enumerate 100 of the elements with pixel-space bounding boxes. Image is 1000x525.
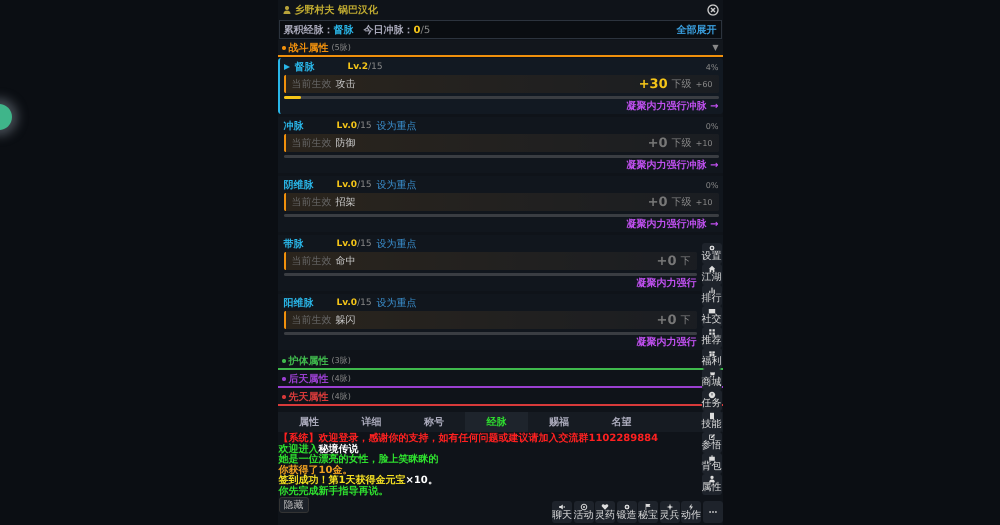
- side-menu-button[interactable]: 福利: [702, 348, 722, 368]
- set-focus-link[interactable]: 设为重点: [376, 237, 417, 251]
- tab[interactable]: 名望: [590, 412, 652, 432]
- meridian-card[interactable]: 督脉 Lv.2/15 4% 当前生效 攻击 +30 下级 +60 凝聚内力强行冲脉 →: [278, 58, 722, 114]
- set-focus-link[interactable]: 设为重点: [376, 178, 417, 192]
- next-level-label: 下: [680, 314, 690, 327]
- bonus-value: +0: [656, 312, 676, 328]
- tab[interactable]: 称号: [402, 412, 465, 432]
- progress-percent: 0%: [706, 180, 718, 190]
- meridian-level: Lv.0/15: [336, 121, 372, 131]
- section-title: 护体属性: [288, 354, 328, 368]
- meridian-level: Lv.0/15: [336, 180, 372, 190]
- meridian-name: 阴维脉: [284, 178, 314, 192]
- section-count: (3脉): [332, 355, 351, 366]
- side-menu-button[interactable]: 属性: [702, 474, 722, 494]
- side-menu-button[interactable]: 排行: [702, 285, 722, 306]
- side-menu-button[interactable]: 社交: [702, 306, 722, 326]
- tab[interactable]: 经脉: [465, 412, 528, 432]
- breakthrough-link[interactable]: 凝聚内力强行冲脉 →: [626, 158, 718, 172]
- bag-icon: [708, 454, 716, 462]
- chat-message: 你先完成新手指导再说。: [278, 486, 388, 497]
- close-icon[interactable]: [706, 4, 718, 16]
- chat-message: 她是一位漂亮的女性，脸上笑眯眯的: [278, 455, 438, 465]
- chat-message: 欢迎进入秘境传说: [278, 444, 358, 454]
- star-icon: [666, 503, 674, 511]
- caret-icon: ▼: [712, 43, 718, 52]
- next-level-label: 下: [680, 255, 690, 268]
- section-count: (4脉): [332, 373, 351, 384]
- meridian-card[interactable]: 冲脉 Lv.0/15 设为重点 0% 当前生效 防御 +0 下级 +10 凝聚内力强行冲脉 →: [278, 117, 722, 173]
- set-focus-link[interactable]: 设为重点: [376, 296, 417, 310]
- toolbar-button[interactable]: 聊天: [552, 501, 572, 523]
- meridian-name: 带脉: [284, 237, 304, 251]
- effect-name: 躲闪: [336, 314, 356, 327]
- daily-breakthrough: 今日冲脉：0/5: [364, 23, 430, 36]
- mail-icon: [708, 307, 716, 316]
- section-title: 战斗属性: [288, 42, 328, 54]
- effect-label: 当前生效: [292, 136, 332, 150]
- breakthrough-link[interactable]: 凝聚内力强行冲脉 →: [626, 99, 718, 113]
- breakthrough-link[interactable]: 凝聚内力强行: [636, 276, 696, 290]
- effect-label: 当前生效: [292, 78, 332, 91]
- section-count: (4脉): [332, 391, 351, 402]
- side-menu-button[interactable]: 参悟: [702, 432, 722, 452]
- speaker-icon: [558, 503, 566, 511]
- toolbar-button[interactable]: 动作: [681, 501, 701, 523]
- toolbar-button[interactable]: 灵药: [595, 501, 615, 523]
- next-level-label: 下级: [672, 78, 692, 91]
- chat-message: 【系统】欢迎登录，感谢你的支持，如有任何问题或建议请加入交流群1102289884: [278, 434, 658, 444]
- bonus-value: +0: [648, 194, 668, 210]
- next-level-label: 下级: [672, 196, 692, 209]
- section-header[interactable]: 战斗属性 (5脉) ▼: [278, 40, 722, 57]
- side-menu-button[interactable]: 技能: [702, 411, 722, 432]
- side-menu-button[interactable]: 设置: [702, 243, 722, 264]
- alert-icon: [708, 391, 716, 400]
- bonus-value: +30: [638, 76, 668, 92]
- accumulated-meridian: 累积经脉：督脉: [284, 23, 354, 36]
- next-level-value: +10: [696, 138, 712, 148]
- meridian-level: Lv.0/15: [336, 298, 372, 308]
- meridian-level: Lv.0/15: [336, 239, 372, 249]
- breakthrough-link[interactable]: 凝聚内力强行冲脉 →: [626, 217, 718, 231]
- heart-icon: [601, 503, 609, 511]
- next-level-value: +10: [696, 198, 712, 206]
- toolbar-button[interactable]: 秘宝: [638, 501, 658, 523]
- breakthrough-link[interactable]: 凝聚内力强行: [636, 335, 696, 349]
- progress-percent: 4%: [706, 62, 718, 72]
- meridian-name: 督脉: [294, 60, 316, 74]
- chat-toggle-button[interactable]: 隐藏: [278, 497, 308, 513]
- edit-icon: [708, 433, 716, 442]
- effect-name: 攻击: [336, 78, 356, 91]
- tab[interactable]: 赐福: [528, 412, 590, 432]
- side-menu-button[interactable]: 任务: [702, 390, 722, 410]
- tab[interactable]: 详细: [340, 412, 402, 432]
- side-menu-button[interactable]: 背包: [702, 453, 722, 474]
- toolbar-button[interactable]: 活动: [574, 501, 594, 523]
- bolt-icon: [687, 503, 695, 511]
- gift-icon: [708, 349, 716, 358]
- effect-label: 当前生效: [292, 196, 332, 209]
- flag-icon: [644, 503, 652, 511]
- set-focus-link[interactable]: 设为重点: [376, 119, 417, 133]
- expand-all-link[interactable]: 全部展开: [676, 22, 716, 36]
- meridian-card[interactable]: 阴维脉 Lv.0/15 设为重点 0% 当前生效 招架 +0 下级 +10 凝聚内力强行冲脉 →: [278, 176, 722, 232]
- effect-name: 命中: [336, 254, 356, 268]
- bonus-value: +0: [656, 254, 676, 268]
- side-menu-button[interactable]: 推荐: [702, 327, 722, 348]
- meridian-level: Lv.2/15: [348, 62, 383, 72]
- toolbar-button[interactable]: 灵兵: [660, 501, 680, 523]
- side-menu-button[interactable]: 江湖: [702, 264, 722, 284]
- effect-label: 当前生效: [292, 254, 332, 268]
- target-icon: [580, 503, 588, 511]
- side-menu-button[interactable]: 商城: [702, 369, 722, 390]
- next-level-value: +60: [696, 80, 712, 88]
- chat-message: 签到成功！第1天获得金元宝×10。: [278, 476, 438, 486]
- play-icon: [284, 64, 290, 70]
- bars-icon: [708, 286, 716, 294]
- toolbar-button[interactable]: [702, 501, 722, 523]
- book-icon: [708, 412, 716, 420]
- section-title: 后天属性: [288, 372, 328, 386]
- gear-icon: [708, 244, 716, 252]
- section-count: (5脉): [332, 42, 351, 53]
- tab[interactable]: 属性: [278, 412, 340, 432]
- toolbar-button[interactable]: 锻造: [616, 501, 636, 523]
